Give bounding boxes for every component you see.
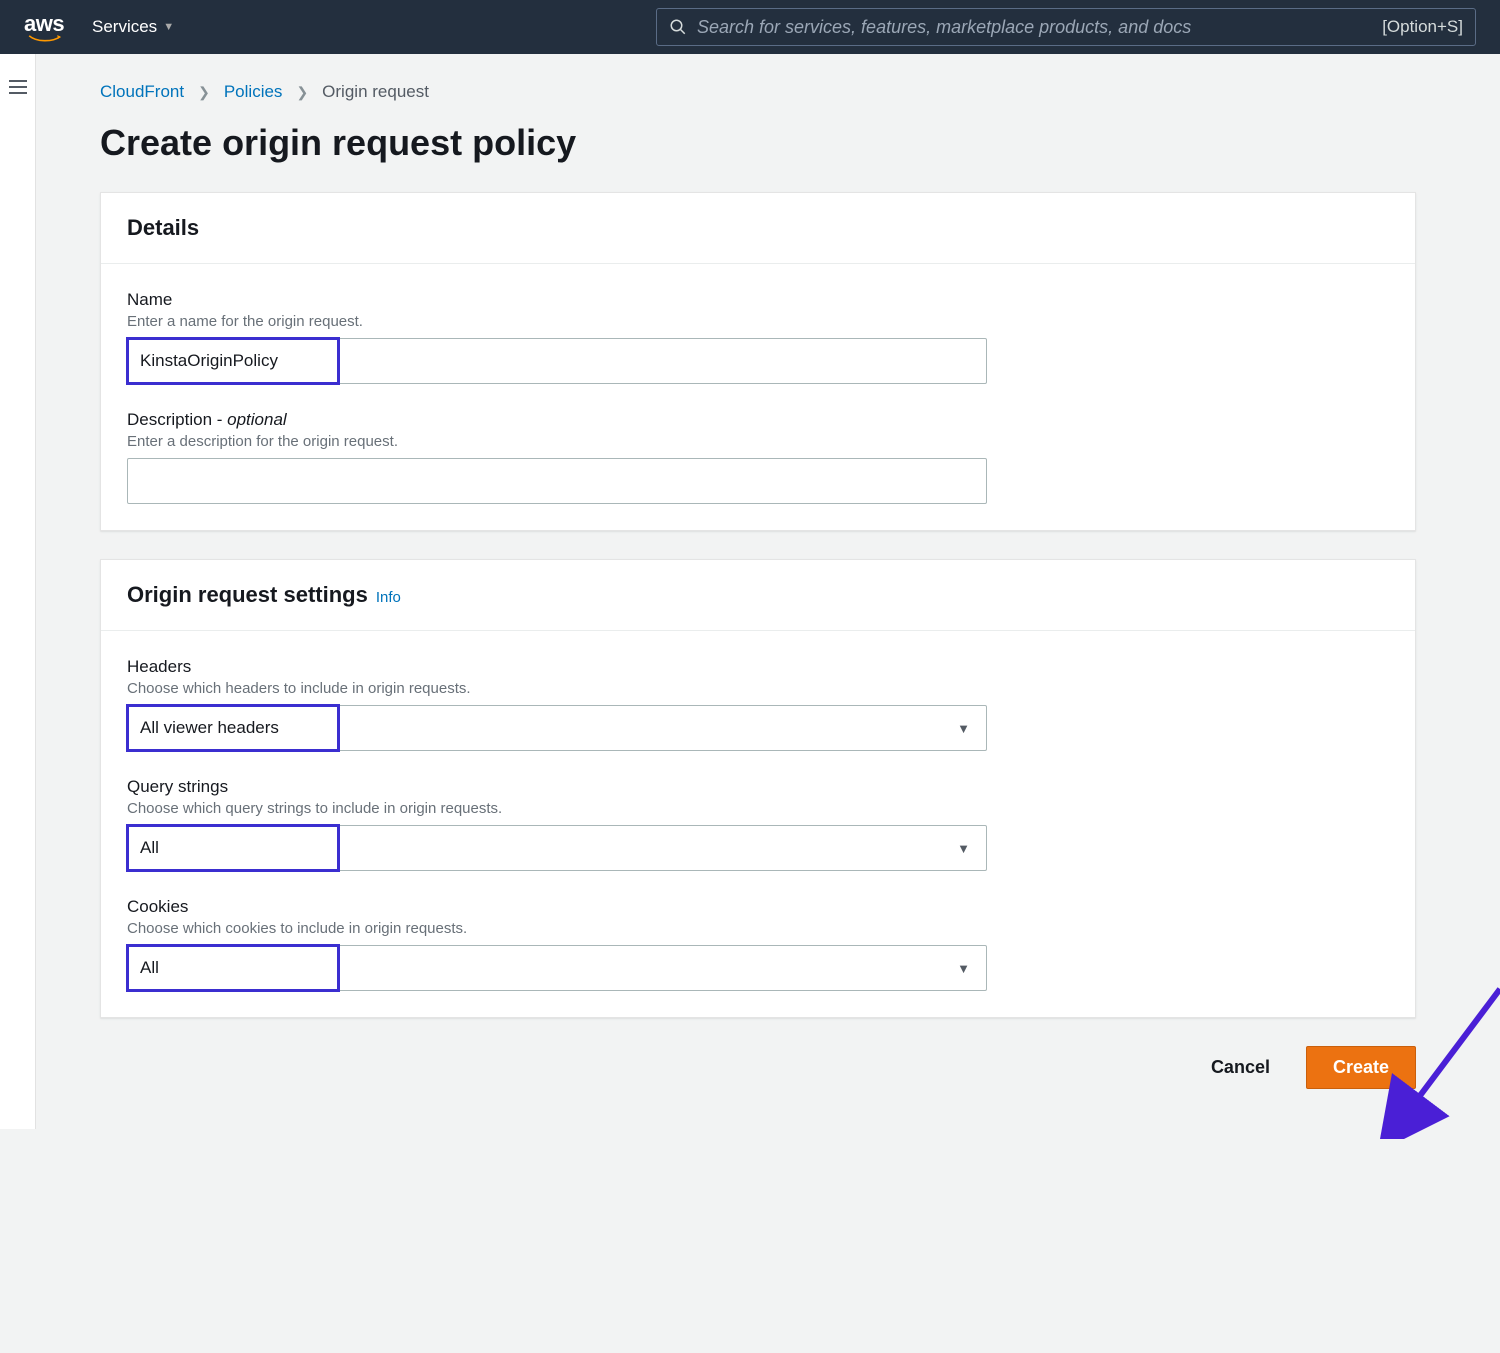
settings-heading: Origin request settings (127, 582, 368, 608)
query-strings-select[interactable]: All ▼ (127, 825, 987, 871)
headers-help: Choose which headers to include in origi… (127, 680, 1389, 697)
name-input[interactable] (127, 338, 987, 384)
cookies-value: All (140, 958, 159, 978)
side-rail (0, 54, 36, 1129)
headers-select[interactable]: All viewer headers ▼ (127, 705, 987, 751)
cookies-select[interactable]: All ▼ (127, 945, 987, 991)
top-nav: aws Services ▼ [Option+S] (0, 0, 1500, 54)
breadcrumb-current: Origin request (322, 82, 429, 102)
cookies-help: Choose which cookies to include in origi… (127, 920, 1389, 937)
aws-logo[interactable]: aws (24, 11, 68, 43)
search-input[interactable] (697, 17, 1372, 38)
hamburger-icon[interactable] (0, 80, 35, 94)
form-actions: Cancel Create (100, 1046, 1416, 1089)
headers-value: All viewer headers (140, 718, 279, 738)
breadcrumb: CloudFront ❯ Policies ❯ Origin request (100, 82, 1416, 102)
headers-field: Headers Choose which headers to include … (127, 657, 1389, 751)
cancel-button[interactable]: Cancel (1203, 1047, 1278, 1088)
query-strings-value: All (140, 838, 159, 858)
chevron-right-icon: ❯ (296, 84, 308, 101)
caret-down-icon: ▼ (957, 961, 970, 976)
search-icon (669, 18, 687, 36)
services-menu[interactable]: Services ▼ (92, 17, 174, 37)
caret-down-icon: ▼ (957, 841, 970, 856)
description-input[interactable] (127, 458, 987, 504)
page-title: Create origin request policy (100, 122, 1416, 164)
headers-label: Headers (127, 657, 1389, 677)
caret-down-icon: ▼ (957, 721, 970, 736)
main-content: CloudFront ❯ Policies ❯ Origin request C… (36, 54, 1500, 1129)
name-field: Name Enter a name for the origin request… (127, 290, 1389, 384)
settings-panel: Origin request settings Info Headers Cho… (100, 559, 1416, 1018)
query-strings-help: Choose which query strings to include in… (127, 800, 1389, 817)
create-button[interactable]: Create (1306, 1046, 1416, 1089)
query-strings-label: Query strings (127, 777, 1389, 797)
breadcrumb-policies[interactable]: Policies (224, 82, 283, 102)
info-link[interactable]: Info (376, 589, 401, 606)
description-help: Enter a description for the origin reque… (127, 433, 1389, 450)
search-shortcut: [Option+S] (1382, 17, 1463, 37)
details-panel: Details Name Enter a name for the origin… (100, 192, 1416, 531)
description-field: Description - optional Enter a descripti… (127, 410, 1389, 504)
services-label: Services (92, 17, 157, 37)
query-strings-field: Query strings Choose which query strings… (127, 777, 1389, 871)
global-search[interactable]: [Option+S] (656, 8, 1476, 46)
caret-down-icon: ▼ (163, 21, 174, 33)
name-help: Enter a name for the origin request. (127, 313, 1389, 330)
name-label: Name (127, 290, 1389, 310)
breadcrumb-cloudfront[interactable]: CloudFront (100, 82, 184, 102)
cookies-field: Cookies Choose which cookies to include … (127, 897, 1389, 991)
cookies-label: Cookies (127, 897, 1389, 917)
description-label: Description - optional (127, 410, 1389, 430)
chevron-right-icon: ❯ (198, 84, 210, 101)
details-heading: Details (127, 215, 199, 241)
